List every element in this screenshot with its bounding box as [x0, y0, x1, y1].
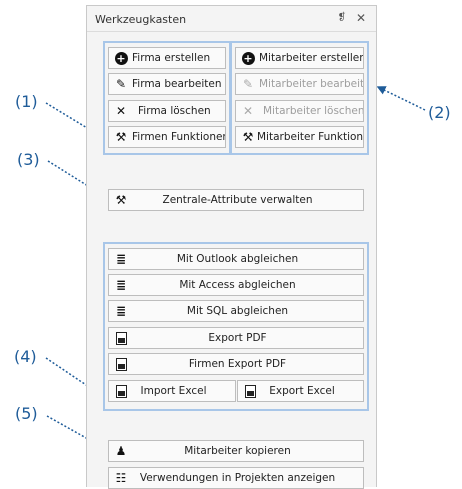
verwendungen-projekte-button[interactable]: ☷ Verwendungen in Projekten anzeigen — [108, 467, 364, 489]
pdf-icon — [114, 331, 128, 345]
tools-icon: ⚒ — [242, 130, 254, 144]
button-label: Mitarbeiter kopieren — [184, 445, 291, 457]
button-label: Export PDF — [208, 332, 267, 344]
import-excel-button[interactable]: Import Excel — [108, 380, 236, 402]
edit-icon: ✎ — [242, 77, 254, 91]
sync-list-icon: ≣ — [115, 252, 127, 266]
button-label: Mit Outlook abgleichen — [176, 253, 299, 265]
tools-icon: ⚒ — [115, 130, 127, 144]
button-label: Mit Access abgleichen — [179, 279, 296, 291]
mitarbeiter-kopieren-button[interactable]: ♟ Mitarbeiter kopieren — [108, 440, 364, 462]
plus-circle-icon: + — [241, 51, 255, 65]
callout-arrow-2 — [376, 86, 426, 111]
button-label: Mitarbeiter Funktionen — [257, 131, 364, 143]
excel-export-icon — [243, 384, 257, 398]
firmen-funktionen-button[interactable]: ⚒ Firmen Funktionen — [108, 126, 226, 148]
delete-x-icon: ✕ — [115, 104, 127, 118]
button-label: Import Excel — [140, 385, 207, 397]
button-label: Firma erstellen — [132, 52, 211, 64]
outlook-sync-button[interactable]: ≣ Mit Outlook abgleichen — [108, 248, 364, 270]
copy-users-icon: ♟ — [115, 444, 127, 458]
panel-title: Werkzeugkasten — [95, 13, 187, 26]
firma-erstellen-button[interactable]: + Firma erstellen — [108, 47, 226, 69]
button-label: Firmen Funktionen — [132, 131, 226, 143]
button-label: Mitarbeiter bearbeiten — [259, 78, 364, 90]
pdf-icon — [114, 357, 128, 371]
firma-bearbeiten-button[interactable]: ✎ Firma bearbeiten — [108, 73, 226, 95]
firmen-export-pdf-button[interactable]: Firmen Export PDF — [108, 353, 364, 375]
button-label: Mitarbeiter löschen — [263, 105, 364, 117]
button-label: Verwendungen in Projekten anzeigen — [139, 472, 336, 484]
export-excel-button[interactable]: Export Excel — [237, 380, 364, 402]
button-label: Firma bearbeiten — [132, 78, 222, 90]
delete-x-icon: ✕ — [242, 104, 254, 118]
pin-icon[interactable]: ❡ — [338, 12, 346, 23]
mitarbeiter-loeschen-button[interactable]: ✕ Mitarbeiter löschen — [235, 100, 364, 122]
button-label: Mitarbeiter erstellen — [259, 52, 364, 64]
projects-icon: ☷ — [115, 471, 127, 485]
mitarbeiter-funktionen-button[interactable]: ⚒ Mitarbeiter Funktionen — [235, 126, 364, 148]
excel-import-icon — [114, 384, 128, 398]
sync-list-icon: ≣ — [115, 304, 127, 318]
export-pdf-button[interactable]: Export PDF — [108, 327, 364, 349]
button-label: Zentrale-Attribute verwalten — [162, 194, 313, 206]
sync-list-icon: ≣ — [115, 278, 127, 292]
tools-icon: ⚒ — [115, 193, 127, 207]
mitarbeiter-erstellen-button[interactable]: + Mitarbeiter erstellen — [235, 47, 364, 69]
mitarbeiter-bearbeiten-button[interactable]: ✎ Mitarbeiter bearbeiten — [235, 73, 364, 95]
access-sync-button[interactable]: ≣ Mit Access abgleichen — [108, 274, 364, 296]
panel-titlebar: Werkzeugkasten ❡ ✕ — [87, 6, 376, 32]
button-label: Export Excel — [269, 385, 335, 397]
zentrale-attribute-button[interactable]: ⚒ Zentrale-Attribute verwalten — [108, 189, 364, 211]
button-label: Firmen Export PDF — [188, 358, 287, 370]
close-icon[interactable]: ✕ — [356, 11, 366, 25]
button-label: Mit SQL abgleichen — [186, 305, 289, 317]
firma-loeschen-button[interactable]: ✕ Firma löschen — [108, 100, 226, 122]
button-label: Firma löschen — [138, 105, 211, 117]
sql-sync-button[interactable]: ≣ Mit SQL abgleichen — [108, 300, 364, 322]
toolbox-panel: Werkzeugkasten ❡ ✕ + Firma erstellen ✎ F… — [86, 5, 377, 489]
plus-circle-icon: + — [114, 51, 128, 65]
edit-icon: ✎ — [115, 77, 127, 91]
